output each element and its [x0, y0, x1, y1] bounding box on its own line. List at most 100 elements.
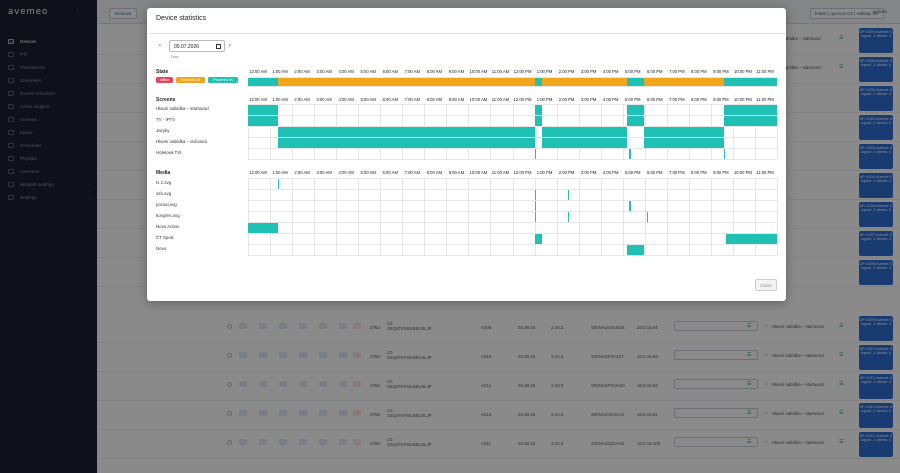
screen-segment[interactable]	[627, 115, 644, 126]
screen-segment[interactable]	[542, 137, 628, 148]
screen-segment[interactable]	[724, 115, 777, 126]
hour-label: 11:00 PM	[756, 69, 774, 74]
screen-segment[interactable]	[248, 115, 278, 126]
hour-label: 4:00 PM	[602, 170, 619, 175]
date-caption: Date	[171, 55, 179, 59]
hour-label: 9:00 AM	[448, 69, 465, 74]
grid-line	[490, 178, 491, 255]
media-segment[interactable]	[629, 200, 631, 211]
hour-label: 5:00 PM	[624, 170, 641, 175]
date-value: 05.07.2026	[174, 44, 200, 50]
hour-label: 12:00 PM	[513, 69, 532, 74]
screen-segment[interactable]	[277, 126, 535, 137]
grid-line	[292, 178, 293, 255]
media-segment[interactable]	[627, 244, 644, 255]
hour-label: 5:00 PM	[624, 97, 641, 102]
grid-line	[777, 178, 778, 255]
hour-label: 12:00 AM	[249, 170, 267, 175]
media-segment[interactable]	[726, 233, 777, 244]
hour-label: 10:00 AM	[469, 97, 488, 102]
state-segment[interactable]	[542, 77, 628, 86]
media-segment[interactable]	[277, 178, 280, 189]
screen-row-label: Hotelová TVI	[156, 150, 182, 155]
hour-label: 8:00 PM	[691, 97, 707, 102]
state-segment[interactable]	[248, 77, 278, 86]
media-section-title: Media	[156, 170, 171, 176]
screen-segment[interactable]	[248, 104, 278, 115]
hour-label: 10:00 PM	[733, 97, 752, 102]
hour-label: 6:00 PM	[646, 69, 663, 74]
date-input[interactable]: 05.07.2026	[169, 40, 225, 52]
screen-segment[interactable]	[534, 104, 543, 115]
hour-label: 4:00 PM	[602, 69, 619, 74]
media-segment[interactable]	[534, 200, 536, 211]
media-segment[interactable]	[646, 211, 649, 222]
calendar-icon[interactable]	[216, 43, 221, 49]
screens-section-title: Screens	[156, 97, 176, 103]
hour-label: 11:00 PM	[756, 170, 774, 175]
hour-label: 7:00 AM	[404, 97, 420, 102]
media-row-label: ČT Sport	[156, 235, 174, 240]
media-segment[interactable]	[534, 211, 536, 222]
media-segment[interactable]	[534, 233, 543, 244]
hour-label: 9:00 AM	[448, 170, 465, 175]
state-segment[interactable]	[627, 77, 644, 86]
modal-title: Device statistics	[156, 15, 207, 22]
grid-line	[248, 159, 777, 160]
grid-line	[358, 178, 359, 255]
screen-segment[interactable]	[277, 137, 535, 148]
grid-line	[446, 178, 447, 255]
screen-row-label: Hlavní nabídka – dočasná	[156, 139, 207, 144]
hour-label: 6:00 AM	[382, 170, 398, 175]
screen-segment[interactable]	[629, 148, 631, 159]
hour-label: 8:00 PM	[691, 170, 707, 175]
state-segment[interactable]	[724, 77, 777, 86]
legend-badge-offline: offline	[156, 77, 173, 83]
media-row-label: info.svg	[156, 191, 172, 196]
hour-label: 4:00 AM	[338, 69, 354, 74]
legend-badge-powered-on: Powered on	[208, 77, 238, 83]
media-segment[interactable]	[567, 211, 569, 222]
screen-segment[interactable]	[627, 104, 644, 115]
screen-segment[interactable]	[724, 104, 777, 115]
hour-label: 1:00 AM	[272, 97, 288, 102]
hour-label: 4:00 AM	[338, 97, 354, 102]
grid-line	[777, 77, 778, 86]
screen-segment[interactable]	[643, 137, 725, 148]
hour-label: 8:00 AM	[426, 97, 443, 102]
media-segment[interactable]	[534, 189, 536, 200]
hour-label: 6:00 PM	[646, 97, 663, 102]
hour-label: 8:00 AM	[426, 69, 443, 74]
screen-segment[interactable]	[534, 148, 536, 159]
media-segment[interactable]	[567, 189, 569, 200]
media-row-label: kongres.svg	[156, 213, 180, 218]
screen-segment[interactable]	[724, 148, 726, 159]
grid-line	[248, 86, 777, 87]
screen-segment[interactable]	[534, 115, 543, 126]
grid-line	[248, 178, 249, 255]
state-segment[interactable]	[277, 77, 535, 86]
media-segment[interactable]	[248, 222, 278, 233]
state-segment[interactable]	[643, 77, 725, 86]
screen-segment[interactable]	[643, 126, 725, 137]
hour-label: 11:00 AM	[491, 170, 510, 175]
state-section-title: State	[156, 69, 169, 75]
legend-badge-powered-off: Powered off	[176, 77, 205, 83]
hour-label: 5:00 PM	[624, 69, 641, 74]
media-row-label: Novo Action	[156, 224, 180, 229]
hour-label: 3:00 PM	[580, 170, 597, 175]
grid-line	[777, 104, 778, 159]
previous-day-button[interactable]: ‹	[159, 43, 161, 49]
grid-line	[600, 178, 602, 255]
media-row-label: tv 1.svg	[156, 180, 172, 185]
hour-label: 2:00 AM	[294, 170, 310, 175]
screen-segment[interactable]	[542, 126, 628, 137]
screens-timeline	[248, 104, 778, 160]
state-segment[interactable]	[534, 77, 543, 86]
hour-label: 2:00 AM	[294, 69, 310, 74]
close-button[interactable]: Close	[755, 279, 777, 291]
hour-label: 1:00 PM	[536, 69, 553, 74]
next-day-button[interactable]: ›	[229, 43, 231, 49]
hour-label: 5:00 AM	[360, 170, 376, 175]
hour-label: 3:00 PM	[580, 97, 597, 102]
